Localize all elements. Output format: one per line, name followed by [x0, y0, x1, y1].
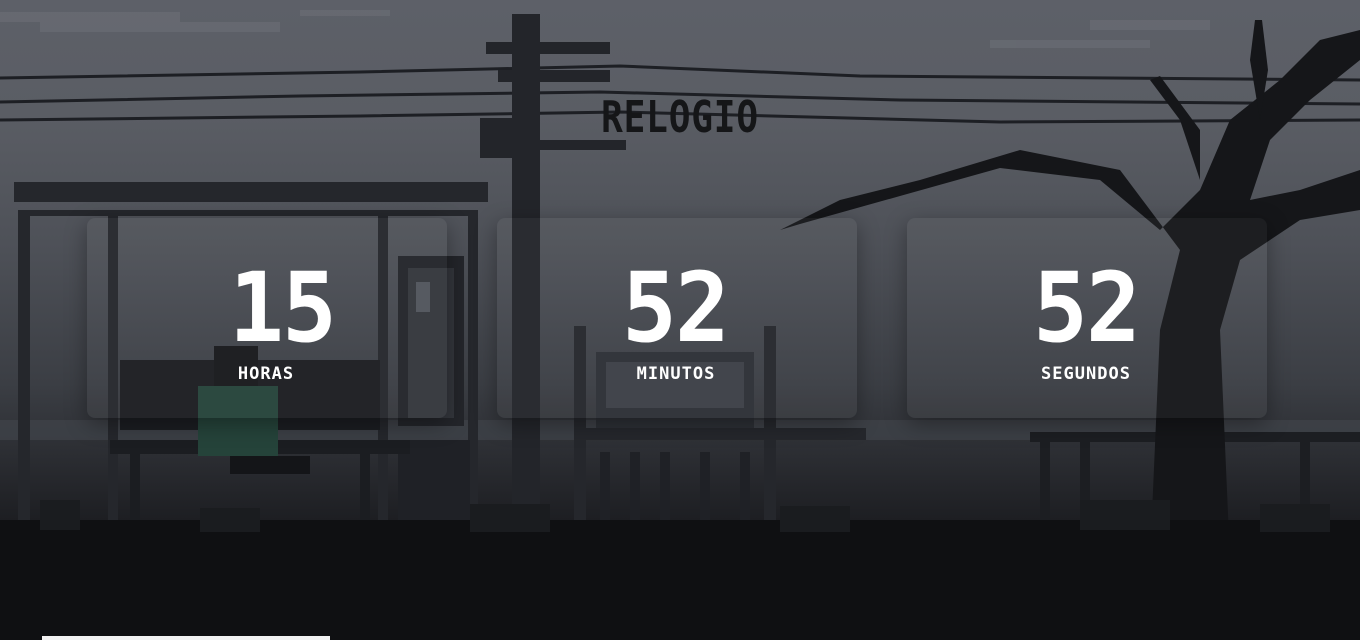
minutes-label: MINUTOS — [636, 364, 716, 384]
minutes-value: 52 — [621, 252, 730, 364]
bottom-scrollbar[interactable] — [42, 636, 330, 640]
seconds-value: 52 — [1032, 252, 1141, 364]
seconds-label: SEGUNDOS — [1041, 364, 1131, 384]
hours-label: HORAS — [237, 364, 295, 384]
hours-value: 15 — [228, 252, 337, 364]
page-title: RELOGIO — [601, 92, 759, 143]
